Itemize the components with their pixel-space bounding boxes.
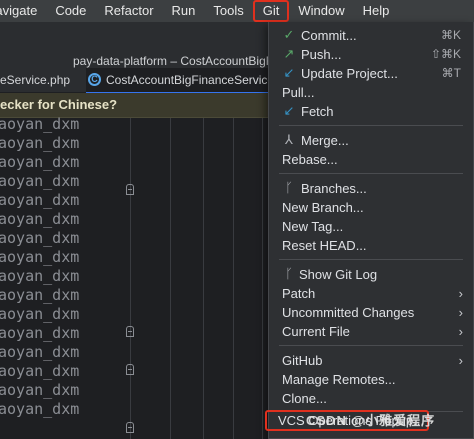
chevron-right-icon: › xyxy=(458,353,463,368)
menu-item-new-branch[interactable]: New Branch... xyxy=(269,198,473,217)
menu-refactor[interactable]: Refactor xyxy=(95,0,162,22)
menu-separator xyxy=(279,125,463,126)
code-line: aoyan_dxm xyxy=(0,172,80,190)
fold-marker-icon[interactable] xyxy=(126,184,134,195)
code-line: aoyan_dxm xyxy=(0,267,80,285)
menu-item-branches[interactable]: ᚴ Branches... xyxy=(269,179,473,198)
code-line: aoyan_dxm xyxy=(0,210,80,228)
menu-item-push[interactable]: ↗ Push... ⇧⌘K xyxy=(269,45,473,64)
menu-item-uncommitted-changes[interactable]: Uncommitted Changes › xyxy=(269,303,473,322)
indent-guide xyxy=(170,118,171,439)
menu-item-github[interactable]: GitHub › xyxy=(269,351,473,370)
menu-item-reset-head[interactable]: Reset HEAD... xyxy=(269,236,473,255)
menu-item-clone[interactable]: Clone... xyxy=(269,389,473,408)
menu-item-commit[interactable]: ✓ Commit... ⌘K xyxy=(269,26,473,45)
code-line: aoyan_dxm xyxy=(0,400,80,418)
check-icon: ✓ xyxy=(283,27,295,42)
merge-icon: ⅄ xyxy=(285,132,293,147)
menu-item-current-file[interactable]: Current File › xyxy=(269,322,473,341)
menu-item-rebase[interactable]: Rebase... xyxy=(269,150,473,169)
menu-help[interactable]: Help xyxy=(354,0,399,22)
code-line: aoyan_dxm xyxy=(0,134,80,152)
fetch-arrow-icon: ↙ xyxy=(283,103,295,118)
fold-marker-icon[interactable] xyxy=(126,364,134,375)
indent-guide xyxy=(130,118,131,439)
banner-text: ecker for Chinese? xyxy=(0,97,118,112)
menu-item-show-git-log[interactable]: ᚴ Show Git Log xyxy=(269,265,473,284)
git-menu-dropdown: ✓ Commit... ⌘K ↗ Push... ⇧⌘K ↙ Update Pr… xyxy=(268,22,474,439)
tab-eservice[interactable]: eService.php xyxy=(0,68,70,92)
code-line: aoyan_dxm xyxy=(0,381,80,399)
menu-git[interactable]: Git xyxy=(252,0,290,22)
menu-item-patch[interactable]: Patch › xyxy=(269,284,473,303)
code-line: aoyan_dxm xyxy=(0,286,80,304)
menu-separator xyxy=(279,173,463,174)
watermark: CSDN @小雅爱程序 xyxy=(306,413,436,428)
menu-item-pull[interactable]: Pull... xyxy=(269,83,473,102)
code-line: aoyan_dxm xyxy=(0,362,80,380)
chevron-right-icon: › xyxy=(458,286,463,301)
code-line: aoyan_dxm xyxy=(0,229,80,247)
menu-item-fetch[interactable]: ↙ Fetch xyxy=(269,102,473,121)
menu-code[interactable]: Code xyxy=(46,0,95,22)
menu-tools[interactable]: Tools xyxy=(204,0,252,22)
menu-window[interactable]: Window xyxy=(289,0,353,22)
code-line: aoyan_dxm xyxy=(0,153,80,171)
tab-cost-account[interactable]: C CostAccountBigFinanceService.php xyxy=(86,68,298,94)
menu-run[interactable]: Run xyxy=(163,0,205,22)
update-arrow-icon: ↙ xyxy=(283,65,295,80)
menu-bar: Navigate Code Refactor Run Tools Git Win… xyxy=(0,0,474,22)
branch-icon: ᚴ xyxy=(285,180,293,195)
fold-marker-icon[interactable] xyxy=(126,422,134,433)
menu-item-update-project[interactable]: ↙ Update Project... ⌘T xyxy=(269,64,473,83)
php-class-icon: C xyxy=(88,73,101,86)
code-line: aoyan_dxm xyxy=(0,324,80,342)
menu-navigate[interactable]: Navigate xyxy=(0,0,46,22)
menu-item-new-tag[interactable]: New Tag... xyxy=(269,217,473,236)
code-line: aoyan_dxm xyxy=(0,115,80,133)
code-line: aoyan_dxm xyxy=(0,305,80,323)
chevron-right-icon: › xyxy=(458,305,463,320)
menu-separator xyxy=(279,259,463,260)
menu-item-manage-remotes[interactable]: Manage Remotes... xyxy=(269,370,473,389)
push-arrow-icon: ↗ xyxy=(283,46,295,61)
code-line: aoyan_dxm xyxy=(0,191,80,209)
indent-guide xyxy=(203,118,204,439)
fold-marker-icon[interactable] xyxy=(126,326,134,337)
menu-item-merge[interactable]: ⅄ Merge... xyxy=(269,131,473,150)
code-line: aoyan_dxm xyxy=(0,248,80,266)
log-icon: ᚴ xyxy=(285,266,293,281)
code-line: aoyan_dxm xyxy=(0,343,80,361)
indent-guide xyxy=(262,118,263,439)
indent-guide xyxy=(233,118,234,439)
chevron-right-icon: › xyxy=(458,324,463,339)
menu-separator xyxy=(279,345,463,346)
